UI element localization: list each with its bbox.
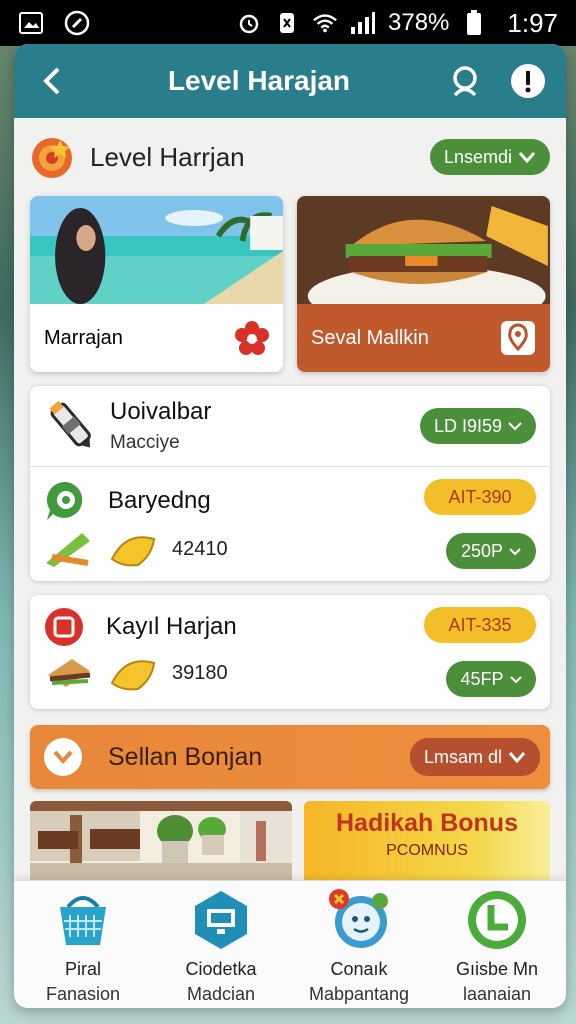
price-dropdown[interactable]: 45FP [446, 661, 536, 697]
item-price: 45FP [460, 668, 504, 689]
bonus-title: Hadikah Bonus [336, 809, 518, 837]
beach-photo [30, 196, 283, 304]
app-bar: Level Harajan [14, 44, 566, 118]
vibrate-icon [274, 10, 300, 36]
level-dropdown-label: Lnsemdi [443, 146, 512, 167]
item-name: Uoivalbar [110, 398, 212, 425]
page-title: Level Harajan [167, 65, 351, 96]
item-code-badge[interactable]: AIT-335 [424, 607, 536, 643]
item-code-badge[interactable]: AIT-390 [424, 479, 536, 515]
monitor-icon [195, 891, 247, 949]
item-value: 39180 [172, 661, 228, 684]
chat-bubble-icon [46, 481, 83, 520]
nav-item-ciodetka[interactable]: Ciodetka Madcian [156, 881, 286, 1008]
exclamation-icon [511, 64, 545, 98]
chevron-down-icon [508, 752, 526, 764]
price-dropdown[interactable]: 250P [446, 533, 536, 569]
pencil-icon [46, 533, 90, 567]
banana-icon [110, 660, 156, 691]
refresh-icon [468, 891, 526, 949]
burger-photo [297, 196, 550, 304]
featured-card-caption: Marrajan [44, 326, 123, 349]
item-code-badge[interactable]: LD I9I59 [419, 408, 536, 444]
level-header: Level Harrjan Lnsemdi [30, 118, 550, 196]
item-price: 250P [460, 540, 504, 561]
patio-photo[interactable] [30, 801, 292, 885]
battery-icon [461, 10, 487, 36]
compass-icon [64, 10, 90, 36]
nav-sublabel: Madcian [186, 984, 256, 1004]
section-header[interactable]: Sellan Bonjan Lmsam dl [30, 725, 550, 789]
list-item[interactable]: Uoivalbar Macciye LD I9I59 [30, 386, 550, 466]
level-title: Level Harrjan [90, 141, 245, 172]
banana-icon [110, 536, 156, 567]
chat-icon [329, 889, 388, 948]
basket-icon [60, 896, 106, 945]
signal-icon [350, 10, 376, 36]
bonus-banner[interactable]: Hadikah Bonus PCOMNUS [304, 801, 550, 885]
marker-pen-icon [49, 400, 91, 448]
nav-label: Conaık [330, 959, 388, 979]
nav-item-conaik[interactable]: Conaık Mabpantang [294, 881, 424, 1008]
nav-sublabel: laanaian [462, 984, 532, 1004]
item-code: AIT-335 [448, 614, 512, 635]
bonus-subtitle: PCOMNUS [386, 842, 468, 859]
battery-percent: 378% [388, 9, 450, 36]
alarm-icon [236, 10, 262, 36]
chevron-left-icon [43, 67, 60, 95]
clock: 1:97 [507, 7, 558, 38]
stop-icon [45, 608, 83, 646]
nav-label: Gıisbe Mn [455, 959, 539, 979]
nav-label: Piral [64, 959, 101, 979]
nav-sublabel: Fanasion [45, 984, 121, 1004]
list-item[interactable]: Baryedng 42410 AIT-390 250P [30, 466, 550, 581]
chevron-down-icon [53, 750, 73, 764]
featured-card-caption: Seval Mallkin [311, 326, 429, 349]
chevron-down-icon [509, 675, 522, 683]
target-icon [32, 138, 72, 178]
item-list-b: Kayıl Harjan 39180 AIT-335 45FP [30, 595, 550, 709]
expand-toggle[interactable] [44, 738, 82, 776]
nav-sublabel: Mabpantang [308, 984, 410, 1004]
chevron-down-icon [518, 152, 536, 164]
nav-item-piral[interactable]: Piral Fanasion [18, 881, 148, 1008]
featured-card-beach[interactable]: Marrajan [30, 196, 283, 372]
sandwich-icon [48, 659, 91, 687]
back-button[interactable] [32, 61, 72, 101]
section-dropdown[interactable]: Lmsam dl [409, 738, 540, 776]
search-button[interactable] [446, 61, 486, 101]
list-item[interactable]: Kayıl Harjan 39180 AIT-335 45FP [30, 595, 550, 709]
section-dropdown-label: Lmsam dl [423, 746, 502, 767]
image-icon [18, 10, 44, 36]
item-code: AIT-390 [448, 486, 512, 507]
section-title: Sellan Bonjan [108, 742, 263, 771]
alert-button[interactable] [508, 61, 548, 101]
nav-label: Ciodetka [185, 959, 257, 979]
featured-card-burger[interactable]: Seval Mallkin [297, 196, 550, 372]
item-subtitle: Macciye [110, 432, 180, 453]
nav-item-giisbe[interactable]: Gıisbe Mn laanaian [432, 881, 562, 1008]
search-icon [453, 66, 477, 97]
chevron-down-icon [508, 422, 522, 431]
level-dropdown[interactable]: Lnsemdi [429, 139, 550, 175]
flower-icon[interactable] [235, 321, 269, 355]
item-list-a: Uoivalbar Macciye LD I9I59 Baryedng 4241… [30, 386, 550, 581]
status-bar: 378% 1:97 [0, 0, 576, 46]
chevron-down-icon [509, 547, 521, 555]
item-code: LD I9I59 [433, 415, 502, 436]
item-name: Baryedng [108, 487, 211, 514]
location-pin-icon[interactable] [500, 320, 536, 356]
bottom-nav: Piral Fanasion Ciodetka Madcian Conaık M… [14, 880, 566, 1008]
app-window: Level Harajan Level Harrjan Lnsemdi Marr… [14, 44, 566, 1008]
item-value: 42410 [172, 537, 228, 560]
item-name: Kayıl Harjan [106, 613, 237, 640]
wifi-icon [312, 10, 338, 36]
